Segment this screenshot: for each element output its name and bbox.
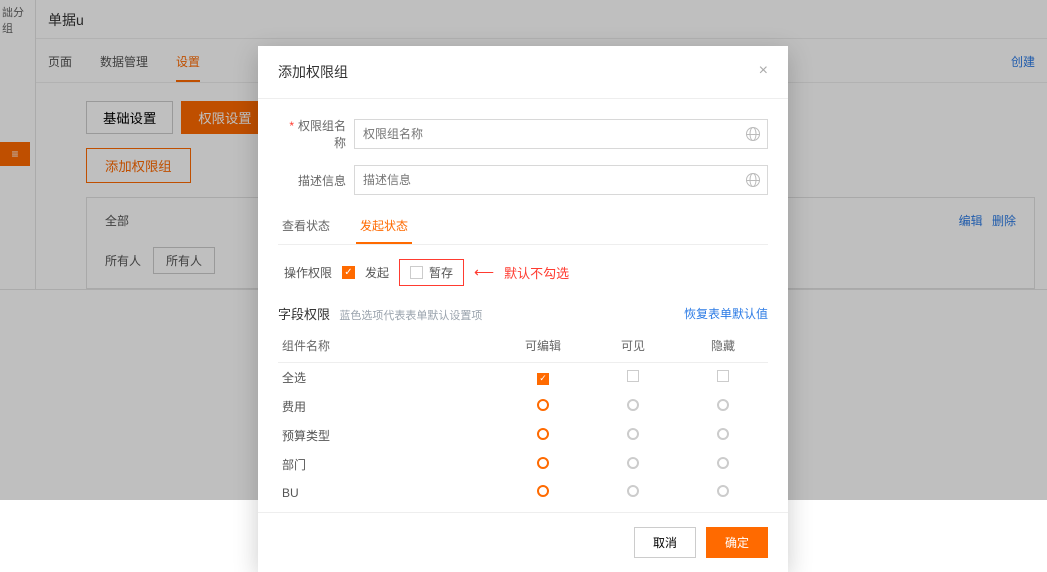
editable-checkbox[interactable] bbox=[537, 373, 549, 385]
desc-input[interactable] bbox=[354, 165, 768, 195]
group-name-label: 权限组名称 bbox=[278, 117, 346, 151]
op-perm-label: 操作权限 bbox=[278, 264, 332, 281]
visible-radio[interactable] bbox=[627, 399, 639, 411]
desc-label: 描述信息 bbox=[278, 172, 346, 189]
col-name: 组件名称 bbox=[278, 329, 498, 363]
visible-checkbox[interactable] bbox=[627, 370, 639, 382]
tab-view-state[interactable]: 查看状态 bbox=[278, 209, 334, 244]
tempsave-highlight-box: 暂存 bbox=[399, 259, 464, 286]
visible-radio[interactable] bbox=[627, 485, 639, 497]
tab-initiate-state[interactable]: 发起状态 bbox=[356, 209, 412, 244]
col-hidden: 隐藏 bbox=[678, 329, 768, 363]
globe-icon[interactable] bbox=[746, 127, 760, 141]
initiate-label: 发起 bbox=[365, 264, 389, 281]
table-row: 全选 bbox=[278, 363, 768, 393]
row-name: 全选 bbox=[278, 363, 498, 393]
editable-radio[interactable] bbox=[537, 485, 549, 497]
modal-title: 添加权限组 bbox=[278, 62, 348, 82]
initiate-checkbox[interactable] bbox=[342, 266, 355, 279]
hidden-radio[interactable] bbox=[717, 399, 729, 411]
visible-radio[interactable] bbox=[627, 428, 639, 440]
globe-icon[interactable] bbox=[746, 173, 760, 187]
arrow-icon: ⟵ bbox=[474, 264, 494, 281]
close-icon[interactable]: × bbox=[759, 62, 768, 82]
field-permission-table: 组件名称 可编辑 可见 隐藏 全选费用预算类型部门BU bbox=[278, 329, 768, 506]
restore-default-link[interactable]: 恢复表单默认值 bbox=[684, 305, 768, 322]
table-row: 预算类型 bbox=[278, 421, 768, 450]
visible-radio[interactable] bbox=[627, 457, 639, 469]
ok-button[interactable]: 确定 bbox=[706, 527, 768, 558]
group-name-input[interactable] bbox=[354, 119, 768, 149]
field-perm-hint: 蓝色选项代表表单默认设置项 bbox=[339, 310, 482, 322]
row-name: 费用 bbox=[278, 392, 498, 421]
editable-radio[interactable] bbox=[537, 428, 549, 440]
annotation-text: 默认不勾选 bbox=[504, 263, 569, 282]
col-editable: 可编辑 bbox=[498, 329, 588, 363]
table-row: BU bbox=[278, 479, 768, 506]
row-name: 预算类型 bbox=[278, 421, 498, 450]
hidden-radio[interactable] bbox=[717, 485, 729, 497]
row-name: BU bbox=[278, 479, 498, 506]
tempsave-label: 暂存 bbox=[429, 264, 453, 281]
table-row: 部门 bbox=[278, 450, 768, 479]
editable-radio[interactable] bbox=[537, 399, 549, 411]
editable-radio[interactable] bbox=[537, 457, 549, 469]
hidden-radio[interactable] bbox=[717, 457, 729, 469]
row-name: 部门 bbox=[278, 450, 498, 479]
cancel-button[interactable]: 取消 bbox=[634, 527, 696, 558]
hidden-checkbox[interactable] bbox=[717, 370, 729, 382]
hidden-radio[interactable] bbox=[717, 428, 729, 440]
field-perm-title: 字段权限 bbox=[278, 307, 330, 322]
tempsave-checkbox[interactable] bbox=[410, 266, 423, 279]
col-visible: 可见 bbox=[588, 329, 678, 363]
table-row: 费用 bbox=[278, 392, 768, 421]
add-permission-group-modal: 添加权限组 × 权限组名称 描述信息 查看状态 发起状态 操作权限 发起 bbox=[258, 46, 788, 572]
